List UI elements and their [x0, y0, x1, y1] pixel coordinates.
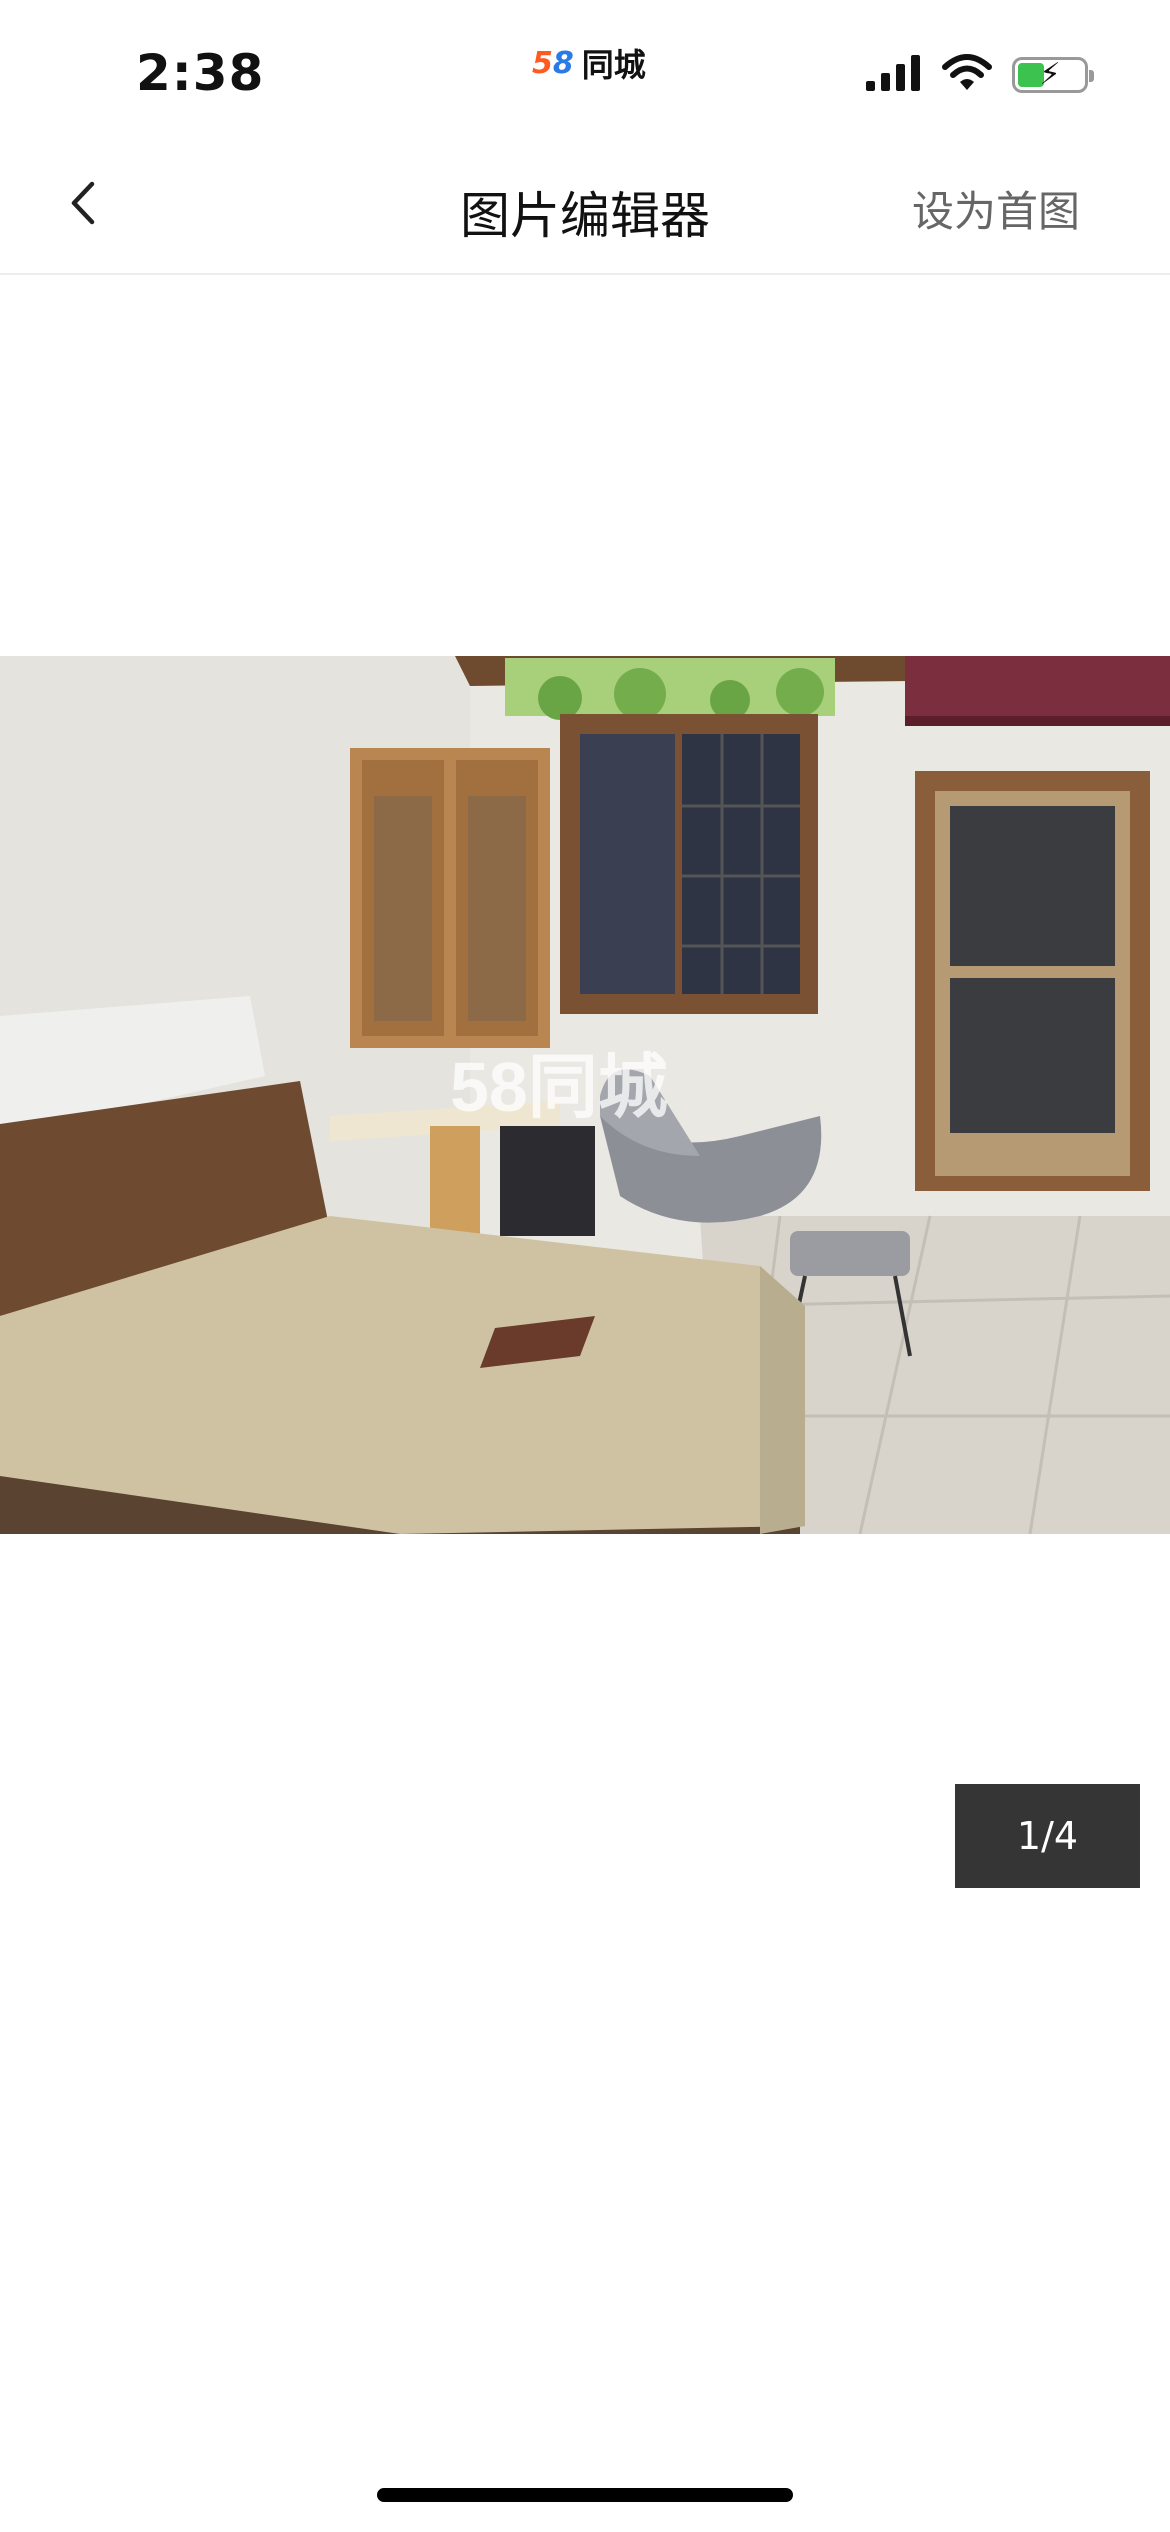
- page-counter: 1/4: [955, 1784, 1140, 1888]
- photo-watermark: 58同城: [450, 1048, 668, 1126]
- photo-preview[interactable]: 58同城: [0, 656, 1170, 1534]
- status-bar: 2:38 58 同城 ⚡: [0, 0, 1170, 140]
- home-indicator[interactable]: [377, 2488, 793, 2502]
- nav-bar: 图片编辑器 设为首图: [0, 140, 1170, 275]
- wifi-icon: [942, 54, 992, 96]
- carrier-name: 同城: [581, 46, 646, 84]
- cellular-signal-icon: [866, 55, 922, 95]
- battery-charging-icon: ⚡: [1012, 57, 1094, 93]
- status-time: 2:38: [136, 44, 265, 102]
- carrier-logo: 58: [532, 45, 574, 81]
- carrier-badge: 58 同城: [532, 40, 646, 86]
- set-cover-button[interactable]: 设为首图: [912, 178, 1080, 239]
- system-icons: ⚡: [866, 54, 1094, 96]
